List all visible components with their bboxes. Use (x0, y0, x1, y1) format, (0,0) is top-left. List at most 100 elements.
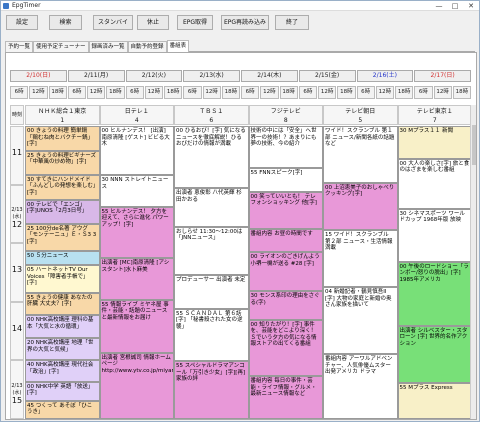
hour-button[interactable]: 18時 (395, 86, 414, 99)
program-cell[interactable]: 20 NHK高校講座 地理「世界の大気と気候」 (25, 338, 100, 361)
program-cell[interactable]: 00 知りたがり！[字] 事件を、芸能をどこより深く！Ｓでいう夕方の気になる情報… (248, 319, 323, 377)
date-button[interactable]: 2/17(日) (414, 70, 471, 82)
hour-button[interactable]: 18時 (279, 86, 298, 99)
program-cell[interactable]: 00 午後のロードショー「ランボー/怒りの脱出」[字] 1985年アメリカ (397, 261, 472, 326)
program-cell[interactable]: 55 ＳＣＡＮＤＡＬ 第６話[字] 「秘書殺された女の逆襲」 (174, 308, 249, 362)
hour-button[interactable]: 18時 (221, 86, 240, 99)
program-cell[interactable]: 技術の中には「安全」へ世界一の技術！？あまりにも夢の技術、今の紹介 (248, 126, 323, 168)
program-cell[interactable]: 出演者 [MC]南原清隆 [アシスタント]水卜麻美 (99, 258, 174, 300)
channel-header[interactable]: 日テレ１ 4 (99, 105, 174, 125)
program-cell[interactable]: 25 100分de名著 アウグ「モンテーニュ」Ｅ・Ｓ3 3 [字] (25, 223, 100, 252)
program-cell[interactable]: 00 上沼恵美子のおしゃべりクッキング[字] (323, 182, 398, 231)
hour-button[interactable]: 6時 (298, 86, 317, 99)
hour-button[interactable]: 6時 (125, 86, 144, 99)
program-cell[interactable]: 40 NHK高校講座 現代社会「政治」[字] (25, 360, 100, 382)
program-cell[interactable]: 55 きょうの健康 あなたの肝臓 大丈夫？[字] (25, 292, 100, 316)
hour-button[interactable]: 12時 (375, 86, 394, 99)
program-text: 30 NNN ストレイトニュース (101, 177, 169, 190)
program-cell[interactable]: 04 新婚記者・鶴見慎吾II [字] 大物の家庭と新婚の奥さん家族を描いて (323, 287, 398, 355)
program-cell[interactable]: 55 情報ライブ ミヤネ屋 事件・芸能・話題のニュースと最新情報をお届け (99, 299, 174, 353)
program-cell[interactable]: 出演者 シルベスター・スタローン [字] 世界的名作アクション (397, 325, 472, 383)
program-cell[interactable]: 30 NNN ストレイトニュース (99, 175, 174, 207)
program-cell[interactable]: おしらせ 11:30〜12:00は「JNNニュース」 (174, 226, 249, 275)
tab-recorded[interactable]: 録画済み一覧 (88, 41, 128, 52)
program-cell[interactable]: 00 NHK高校講座 理科の基本「大気と水の循環」 (25, 315, 100, 339)
hour-button[interactable]: 12時 (87, 86, 106, 99)
program-cell[interactable]: 30 シネマスポーツ ワールドカップ 1968年版 放映 (397, 208, 472, 262)
program-cell[interactable]: 15 ワイド！スクランブル 第２部 ニュース・生活情報満載 (323, 230, 398, 288)
tab-program-guide[interactable]: 番組表 (166, 40, 190, 52)
date-button[interactable]: 2/10(日) (10, 70, 67, 82)
program-cell[interactable]: 30 モンス系印の理由をさぐる(字) (248, 291, 323, 320)
date-button[interactable]: 2/14(木) (241, 70, 298, 82)
program-cell[interactable]: 45 つくって あそぼ「ひこうき」 (25, 400, 100, 419)
hour-button[interactable]: 12時 (260, 86, 279, 99)
search-button[interactable]: 検索 (49, 15, 82, 30)
channel-header[interactable]: ＮＨＫ総合１東京 1 (25, 105, 100, 125)
program-cell[interactable]: 50 ５分ニュース (25, 251, 100, 266)
hour-button[interactable]: 6時 (10, 86, 29, 99)
program-cell[interactable]: 30 すてきにハンドメイド「ふんどしの発想を楽しむ」[字] (25, 174, 100, 200)
exit-button[interactable]: 終了 (275, 15, 309, 30)
maximize-icon[interactable]: □ (447, 1, 463, 11)
program-cell[interactable]: 00 ライオンのごきげんよう 小堺一機が送る #28 [字] (248, 252, 323, 292)
date-button[interactable]: 2/16(土) (356, 70, 414, 82)
program-cell[interactable]: 55 ヒルナンデス！ 夕方を迎えて、さらに進化 パワーアップ！[字] (99, 206, 174, 259)
hour-button[interactable]: 18時 (452, 86, 471, 99)
channel-header[interactable]: テレビ朝日 5 (323, 105, 398, 125)
epg-fetch-button[interactable]: EPG取得 (177, 15, 213, 30)
hour-button[interactable]: 18時 (106, 86, 125, 99)
date-button[interactable]: 2/12(火) (125, 70, 183, 82)
program-cell[interactable]: 番組内容 毎日の事件・芸能・ライフ情報・グルメ・最新ニュース情報など (248, 376, 323, 419)
program-cell[interactable]: 00 NHK中学 英語「放送」[字] (25, 381, 100, 401)
channel-header[interactable]: テレビ東京１ 7 (397, 105, 472, 125)
program-cell[interactable]: 出演者 宮根誠司 情報ホームページ http://www.ytv.co.jp/m… (99, 352, 174, 419)
scrollbar-thumb[interactable] (472, 125, 476, 165)
vertical-scrollbar[interactable] (470, 105, 476, 419)
tab-reservations[interactable]: 予約一覧 (5, 41, 34, 52)
tab-tuner-usage[interactable]: 使用予定チューナー (33, 41, 89, 52)
channel-header[interactable]: フジテレビ 8 (248, 105, 323, 125)
program-cell[interactable]: ワイド！スクランブル 第１部 ニュース/新聞各紙の話題など (323, 126, 398, 183)
program-cell[interactable]: 55 FNNスピーク[字] (248, 167, 323, 192)
hour-button[interactable]: 6時 (356, 86, 375, 99)
program-cell[interactable]: 05 ハートネットTV Our Voices「障害者手帳で」[字] (25, 265, 100, 293)
standby-button[interactable]: スタンバイ (93, 15, 133, 30)
close-icon[interactable]: ✕ (463, 1, 479, 11)
channel-header[interactable]: ＴＢＳ１ 6 (174, 105, 249, 125)
hour-button[interactable]: 6時 (67, 86, 86, 99)
program-cell[interactable]: 00 ひるおび！[字] 気になるニュースを徹底解説！ひるおびだけの情報が満載 (174, 126, 249, 189)
hour-button[interactable]: 6時 (414, 86, 433, 99)
epg-reload-button[interactable]: EPG再読み込み (221, 15, 269, 30)
date-button[interactable]: 2/15(金) (298, 70, 356, 82)
program-cell[interactable]: 出演者 恵俊彰 八代英輝 杉田かおる (174, 188, 249, 227)
date-button[interactable]: 2/11(月) (67, 70, 125, 82)
hour-button[interactable]: 18時 (337, 86, 356, 99)
hour-button[interactable]: 18時 (164, 86, 183, 99)
tab-auto-reserve[interactable]: 自動予約登録 (127, 41, 167, 52)
settings-button[interactable]: 設定 (6, 15, 38, 30)
hibernate-button[interactable]: 休止 (137, 15, 169, 30)
date-button[interactable]: 2/13(水) (183, 70, 240, 82)
minimize-icon[interactable]: — (431, 1, 447, 11)
program-cell[interactable]: 番組内容 お昼の時間です (248, 228, 323, 253)
hour-button[interactable]: 6時 (183, 86, 202, 99)
program-cell[interactable]: 00 大人の楽しさ[字] 旅と食のはざまを楽しむ番組 (397, 158, 472, 209)
program-cell[interactable]: 30 Mプラス１１ 新聞 (397, 126, 472, 159)
hour-button[interactable]: 12時 (202, 86, 221, 99)
hour-button[interactable]: 18時 (48, 86, 67, 99)
program-cell[interactable]: 00 テレビで「エンゴ」[字]UNOS「2月3日号」 (25, 199, 100, 224)
program-cell[interactable]: 55 スペシャルドラマアンコール「万引き少女」[字][再] 家族の絆 (174, 361, 249, 419)
hour-button[interactable]: 12時 (318, 86, 337, 99)
program-cell[interactable]: 25 きょうの料理ビギナーズ「中華風の炒め物」[字] (25, 150, 100, 175)
program-cell[interactable]: 番組内容 アーワルアドベンチャー、人気俳優ムスター出発アメリカ ドラマ (323, 354, 398, 419)
program-cell[interactable]: 00 笑っていいとも！ テレフォンショッキング 他[字] (248, 191, 323, 229)
hour-button[interactable]: 12時 (144, 86, 163, 99)
hour-button[interactable]: 12時 (29, 86, 48, 99)
hour-button[interactable]: 12時 (433, 86, 452, 99)
program-cell[interactable]: 55 Mプラス Express (397, 382, 472, 419)
hour-button[interactable]: 6時 (241, 86, 260, 99)
program-cell[interactable]: 00 ヒルナンデス！ [出演] 南原清隆 [ゲスト] ビビる大木 (99, 126, 174, 175)
program-cell[interactable]: 00 きょうの料理 簡単鍋「鶏むね肉とバクチー鍋」[字] (25, 126, 100, 151)
program-cell[interactable]: プロデューサー 出演者 未定 (174, 274, 249, 309)
